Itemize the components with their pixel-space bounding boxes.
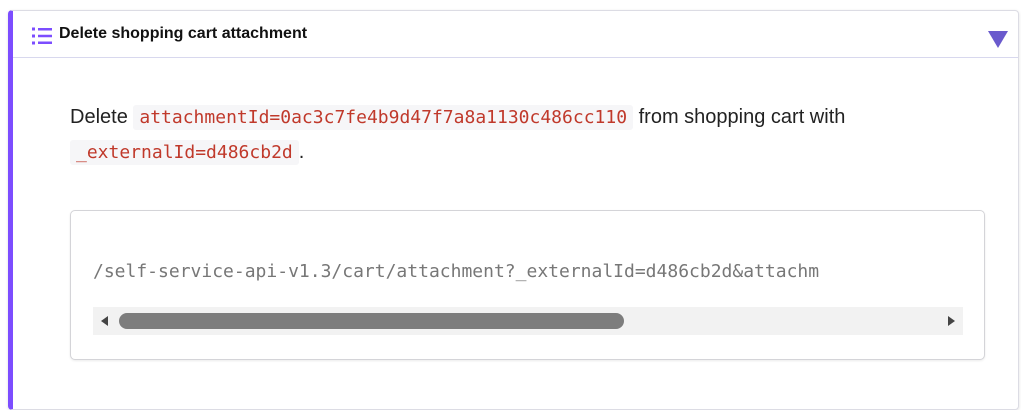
scroll-right-arrow-icon[interactable] [948, 316, 955, 326]
section-title: Delete shopping cart attachment [59, 25, 308, 42]
description-middle: from shopping cart with [638, 106, 846, 128]
attachment-section-card: Delete shopping cart attachment Delete a… [8, 10, 1019, 410]
horizontal-scrollbar[interactable] [93, 307, 963, 335]
description-suffix: . [298, 141, 305, 163]
description-text: Delete attachmentId=0ac3c7fe4b9d47f7a8a1… [70, 100, 950, 170]
endpoint-code-block: /self-service-api-v1.3/cart/attachment?_… [70, 210, 985, 360]
collapse-toggle-icon[interactable] [988, 31, 1008, 48]
description-prefix: Delete [70, 106, 128, 128]
numbered-list-icon [32, 27, 52, 45]
external-id-code: _externalId=d486cb2d [70, 140, 299, 165]
attachment-id-code: attachmentId=0ac3c7fe4b9d47f7a8a1130c486… [133, 105, 634, 130]
scrollbar-thumb[interactable] [119, 313, 624, 329]
scroll-left-arrow-icon[interactable] [101, 316, 108, 326]
section-header[interactable]: Delete shopping cart attachment [13, 11, 1018, 58]
section-body: Delete attachmentId=0ac3c7fe4b9d47f7a8a1… [13, 58, 1018, 409]
endpoint-path: /self-service-api-v1.3/cart/attachment?_… [93, 261, 820, 282]
